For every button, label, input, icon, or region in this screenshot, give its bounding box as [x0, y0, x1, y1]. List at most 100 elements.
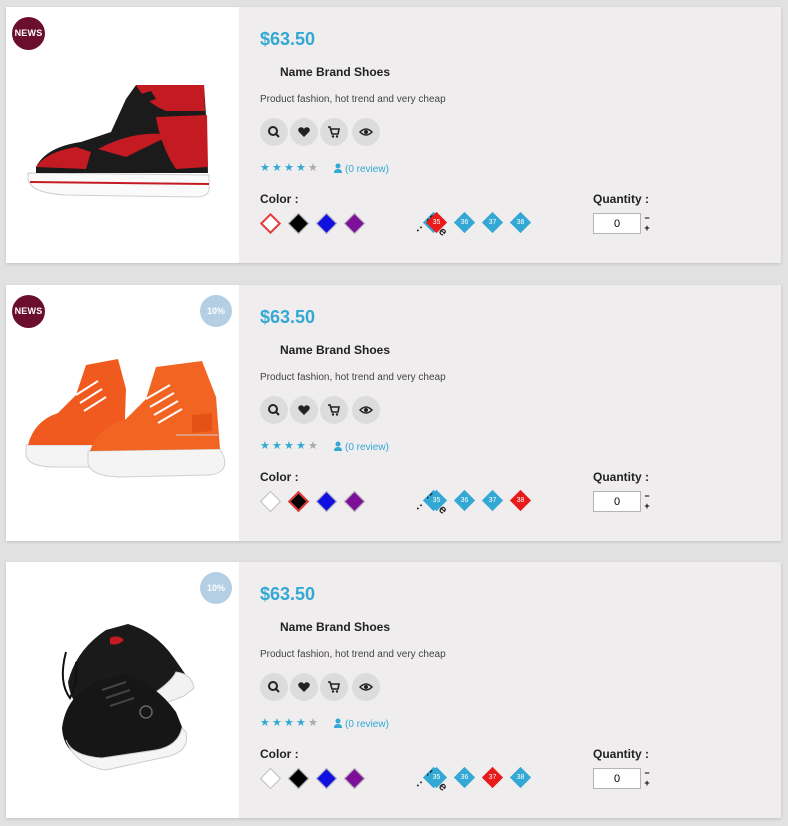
star-icon: ★	[272, 717, 282, 729]
quantity-input[interactable]	[593, 491, 641, 512]
color-swatch-black[interactable]	[287, 212, 310, 235]
star-icon: ★	[284, 162, 294, 174]
review-link[interactable]: (0 review)	[334, 163, 389, 175]
review-count: (0 review)	[345, 719, 389, 730]
product-name[interactable]: Name Brand Shoes	[280, 620, 390, 634]
news-badge: NEWS	[12, 295, 45, 328]
color-swatch-purple[interactable]	[343, 767, 366, 790]
star-icon: ★	[260, 717, 270, 729]
quantity-decrease-button[interactable]: −	[643, 492, 651, 501]
quantity-increase-button[interactable]: +	[643, 502, 651, 511]
user-icon	[334, 441, 342, 451]
star-icon: ★	[296, 440, 306, 452]
size-option-36[interactable]: 36	[453, 211, 476, 234]
star-icon: ★	[308, 440, 318, 452]
product-description: Product fashion, hot trend and very chea…	[260, 649, 446, 660]
size-option-37[interactable]: 37	[481, 211, 504, 234]
size-option-38[interactable]: 38	[509, 211, 532, 234]
star-icon: ★	[284, 440, 294, 452]
color-swatch-black[interactable]	[287, 490, 310, 513]
color-swatch-black[interactable]	[287, 767, 310, 790]
product-price: $63.50	[260, 29, 316, 49]
orange-sneaker-pair-image	[25, 359, 226, 478]
eye-icon	[359, 683, 373, 691]
size-option-35[interactable]: 35	[425, 211, 448, 234]
user-icon	[334, 163, 342, 173]
product-price: $63.50	[260, 584, 316, 604]
star-icon: ★	[272, 440, 282, 452]
add-to-cart-button[interactable]	[320, 118, 348, 146]
review-count: (0 review)	[345, 164, 389, 175]
product-name[interactable]: Name Brand Shoes	[280, 343, 390, 357]
wishlist-button[interactable]	[290, 396, 318, 424]
news-badge: NEWS	[12, 17, 45, 50]
product-info: $63.50 Name Brand Shoes Product fashion,…	[259, 7, 780, 263]
color-swatch-blue[interactable]	[315, 212, 338, 235]
color-swatch-blue[interactable]	[315, 767, 338, 790]
search-icon	[268, 126, 280, 138]
user-icon	[334, 718, 342, 728]
heart-icon	[298, 127, 310, 137]
quantity-label: Quantity :	[593, 192, 649, 206]
product-info: $63.50 Name Brand Shoes Product fashion,…	[259, 285, 780, 541]
star-icon: ★	[308, 717, 318, 729]
quick-search-button[interactable]	[260, 118, 288, 146]
product-image[interactable]: 10%	[6, 562, 239, 818]
color-label: Color :	[260, 470, 299, 484]
color-swatch-white[interactable]	[259, 212, 282, 235]
product-card: 10% $63.50 Name Brand Shoes Product fash…	[6, 562, 781, 818]
wishlist-button[interactable]	[290, 118, 318, 146]
star-icon: ★	[260, 440, 270, 452]
star-icon: ★	[272, 162, 282, 174]
product-card: NEWS 10% $63.50 Name Brand Shoes Product…	[6, 285, 781, 541]
size-option-37[interactable]: 37	[481, 489, 504, 512]
quantity-label: Quantity :	[593, 747, 649, 761]
cart-icon	[328, 404, 340, 416]
product-card: NEWS $63.50 Name Brand Shoes Product fas…	[6, 7, 781, 263]
wishlist-button[interactable]	[290, 673, 318, 701]
quick-view-button[interactable]	[352, 396, 380, 424]
quantity-decrease-button[interactable]: −	[643, 214, 651, 223]
color-swatch-purple[interactable]	[343, 212, 366, 235]
color-swatch-blue[interactable]	[315, 490, 338, 513]
product-description: Product fashion, hot trend and very chea…	[260, 94, 446, 105]
quantity-decrease-button[interactable]: −	[643, 769, 651, 778]
product-image[interactable]: NEWS	[6, 7, 239, 263]
quick-view-button[interactable]	[352, 673, 380, 701]
search-icon	[268, 681, 280, 693]
color-swatch-white[interactable]	[259, 490, 282, 513]
star-icon: ★	[296, 717, 306, 729]
star-icon: ★	[296, 162, 306, 174]
color-label: Color :	[260, 747, 299, 761]
quick-view-button[interactable]	[352, 118, 380, 146]
add-to-cart-button[interactable]	[320, 396, 348, 424]
size-option-36[interactable]: 36	[453, 489, 476, 512]
size-option-35[interactable]: 35	[425, 766, 448, 789]
quick-search-button[interactable]	[260, 673, 288, 701]
color-swatch-white[interactable]	[259, 767, 282, 790]
product-image[interactable]: NEWS 10%	[6, 285, 239, 541]
size-option-38[interactable]: 38	[509, 766, 532, 789]
size-option-35[interactable]: 35	[425, 489, 448, 512]
size-option-37[interactable]: 37	[481, 766, 504, 789]
red-black-high-top-sneaker-image	[27, 85, 210, 198]
size-option-36[interactable]: 36	[453, 766, 476, 789]
add-to-cart-button[interactable]	[320, 673, 348, 701]
quantity-input[interactable]	[593, 768, 641, 789]
discount-badge: 10%	[200, 295, 232, 327]
quantity-increase-button[interactable]: +	[643, 224, 651, 233]
review-link[interactable]: (0 review)	[334, 718, 389, 730]
color-swatch-purple[interactable]	[343, 490, 366, 513]
quantity-input[interactable]	[593, 213, 641, 234]
product-price: $63.50	[260, 307, 316, 327]
product-info: $63.50 Name Brand Shoes Product fashion,…	[259, 562, 780, 818]
product-name[interactable]: Name Brand Shoes	[280, 65, 390, 79]
quick-search-button[interactable]	[260, 396, 288, 424]
quantity-label: Quantity :	[593, 470, 649, 484]
heart-icon	[298, 405, 310, 415]
star-icon: ★	[260, 162, 270, 174]
quantity-increase-button[interactable]: +	[643, 779, 651, 788]
review-count: (0 review)	[345, 442, 389, 453]
review-link[interactable]: (0 review)	[334, 441, 389, 453]
size-option-38[interactable]: 38	[509, 489, 532, 512]
